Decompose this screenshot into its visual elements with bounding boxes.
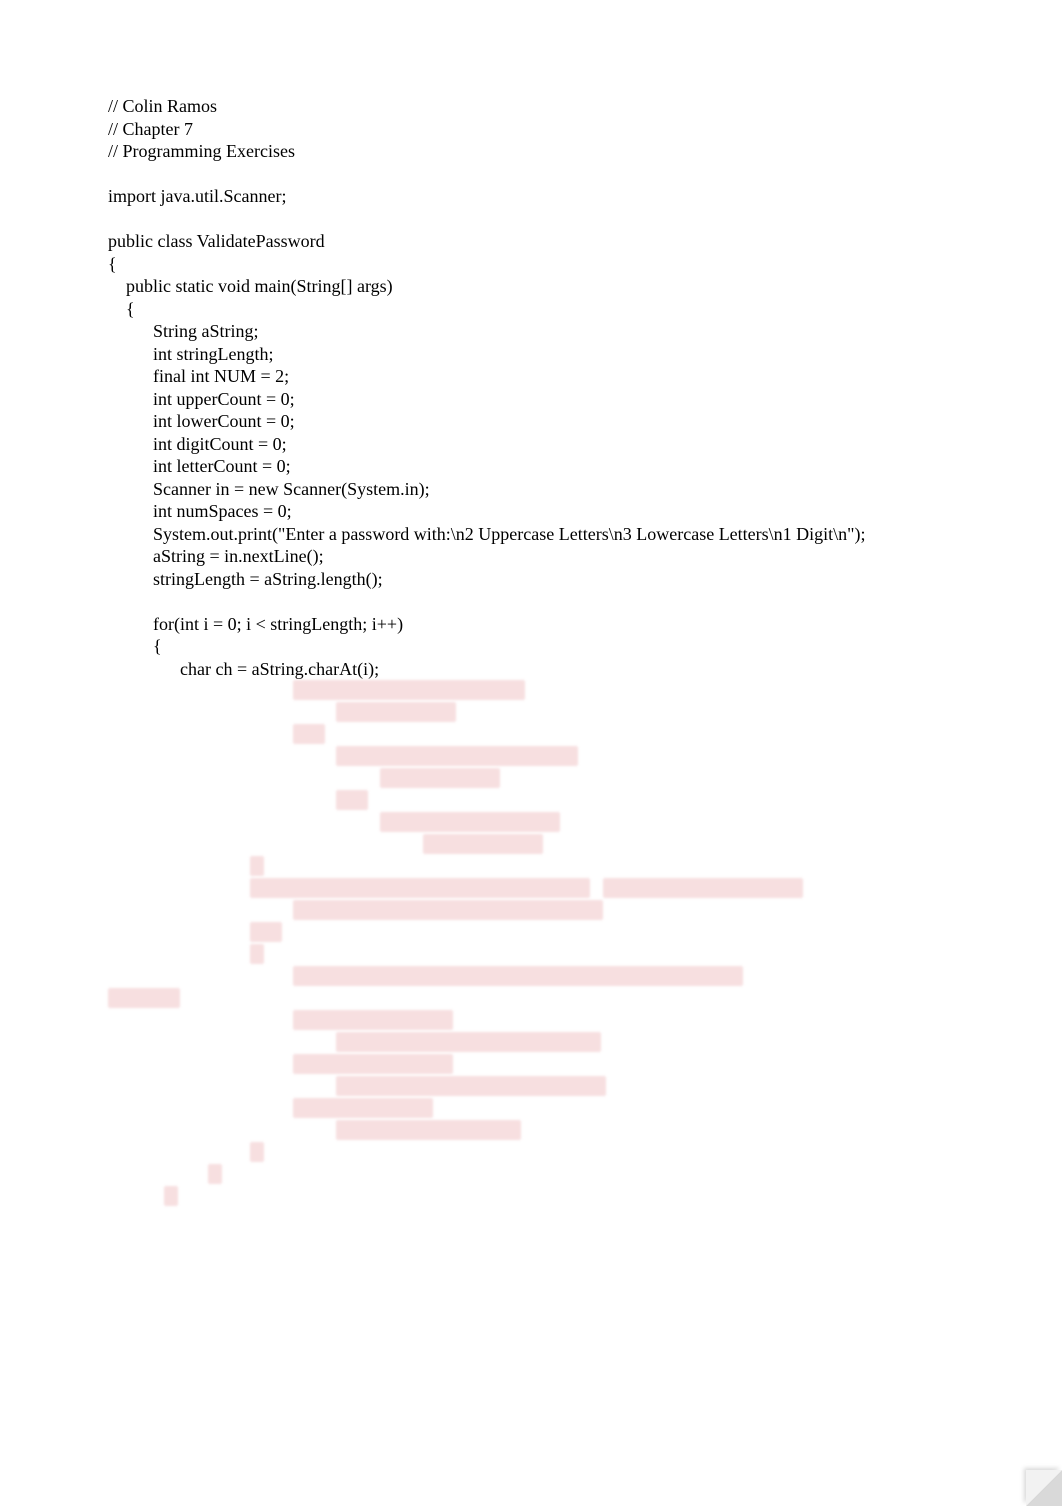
redaction-bar — [603, 878, 803, 898]
redaction-bar — [250, 878, 590, 898]
redaction-bar — [293, 1054, 453, 1074]
redaction-bar — [293, 900, 603, 920]
redaction-bar — [380, 812, 560, 832]
redaction-bar — [293, 966, 743, 986]
redaction-bar — [336, 746, 578, 766]
redaction-bar — [108, 988, 180, 1008]
redaction-bar — [336, 1120, 521, 1140]
code-block: // Colin Ramos // Chapter 7 // Programmi… — [108, 95, 954, 680]
redaction-bar — [208, 1164, 222, 1184]
document-content: // Colin Ramos // Chapter 7 // Programmi… — [108, 95, 954, 680]
redaction-bar — [164, 1186, 178, 1206]
redaction-bar — [380, 768, 500, 788]
document-page: // Colin Ramos // Chapter 7 // Programmi… — [0, 0, 1062, 1506]
redaction-bar — [336, 790, 368, 810]
redaction-bar — [250, 922, 282, 942]
redaction-bar — [293, 724, 325, 744]
redaction-bar — [336, 1076, 606, 1096]
redaction-bar — [336, 1032, 601, 1052]
redaction-bar — [250, 1142, 264, 1162]
redaction-bar — [250, 856, 264, 876]
redaction-bar — [336, 702, 456, 722]
page-corner-fold-icon — [1026, 1470, 1062, 1506]
redaction-bar — [423, 834, 543, 854]
redaction-bar — [293, 1098, 433, 1118]
redaction-bar — [250, 944, 264, 964]
redaction-bar — [293, 1010, 453, 1030]
redaction-bar — [293, 680, 525, 700]
